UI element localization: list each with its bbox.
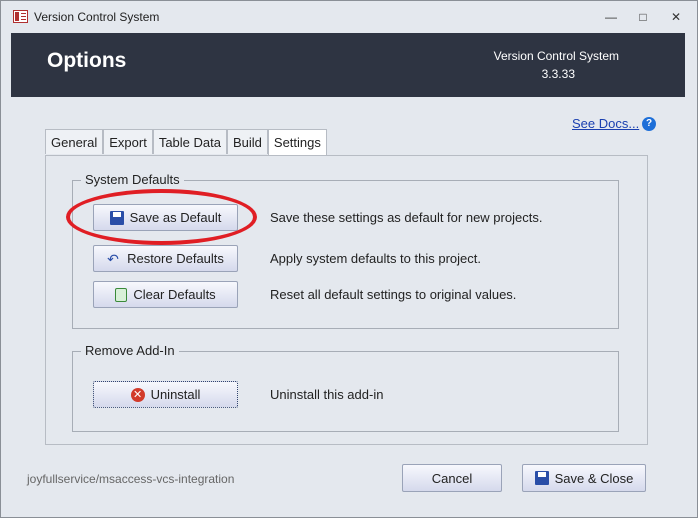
header-app-name: Version Control System xyxy=(493,49,619,63)
save-as-default-desc: Save these settings as default for new p… xyxy=(270,210,543,225)
title-bar: Version Control System — □ ✕ xyxy=(1,1,697,33)
restore-defaults-desc: Apply system defaults to this project. xyxy=(270,251,481,266)
trash-icon xyxy=(115,287,128,302)
uninstall-desc: Uninstall this add-in xyxy=(270,387,384,402)
restore-defaults-button[interactable]: ↶ Restore Defaults xyxy=(93,245,238,272)
close-icon[interactable]: ✕ xyxy=(668,9,684,25)
remove-icon: ✕ xyxy=(130,387,145,402)
restore-defaults-label: Restore Defaults xyxy=(127,251,224,266)
save-as-default-label: Save as Default xyxy=(129,210,222,225)
save-icon xyxy=(534,471,549,485)
system-defaults-title: System Defaults xyxy=(81,172,184,187)
settings-tab-panel: System Defaults Save as Default Save the… xyxy=(45,155,648,445)
undo-icon: ↶ xyxy=(107,250,119,267)
tab-export[interactable]: Export xyxy=(103,129,153,154)
repo-label: joyfullservice/msaccess-vcs-integration xyxy=(27,472,235,486)
tab-strip: General Export Table Data Build Settings xyxy=(45,129,327,156)
window-title: Version Control System xyxy=(34,10,160,24)
page-title: Options xyxy=(47,49,127,72)
tab-general[interactable]: General xyxy=(45,129,104,154)
header-banner: Options Version Control System 3.3.33 xyxy=(11,33,685,97)
clear-defaults-button[interactable]: Clear Defaults xyxy=(93,281,238,308)
cancel-label: Cancel xyxy=(431,470,473,486)
save-as-default-button[interactable]: Save as Default xyxy=(93,204,238,231)
save-close-label: Save & Close xyxy=(554,470,634,486)
cancel-button[interactable]: Cancel xyxy=(402,464,502,492)
tab-table-data[interactable]: Table Data xyxy=(152,129,227,154)
save-close-button[interactable]: Save & Close xyxy=(522,464,646,492)
help-icon[interactable]: ? xyxy=(642,117,656,131)
clear-defaults-label: Clear Defaults xyxy=(133,287,216,302)
remove-addin-title: Remove Add-In xyxy=(81,343,179,358)
header-version: 3.3.33 xyxy=(541,67,575,81)
minimize-icon[interactable]: — xyxy=(603,9,619,25)
tab-build[interactable]: Build xyxy=(226,129,268,154)
save-icon xyxy=(109,210,124,225)
see-docs-link[interactable]: See Docs... xyxy=(572,116,639,131)
app-icon xyxy=(13,10,28,23)
maximize-icon[interactable]: □ xyxy=(635,9,651,25)
uninstall-button[interactable]: ✕ Uninstall xyxy=(93,381,238,408)
uninstall-label: Uninstall xyxy=(150,387,201,402)
tab-settings[interactable]: Settings xyxy=(267,129,327,156)
clear-defaults-desc: Reset all default settings to original v… xyxy=(270,287,517,302)
